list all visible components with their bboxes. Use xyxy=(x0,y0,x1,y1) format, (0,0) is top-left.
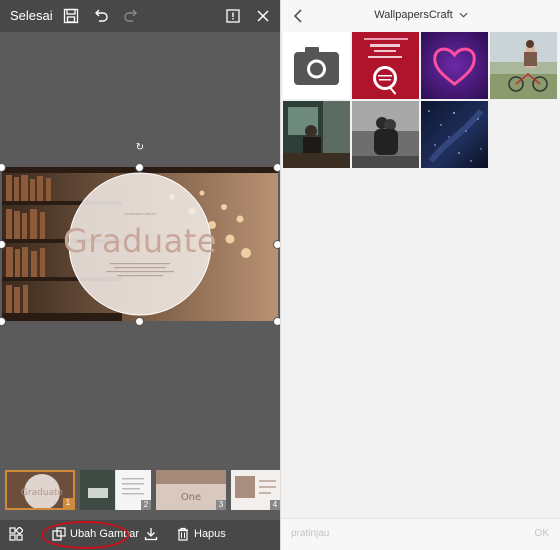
canvas-subtitle: Graduation Album xyxy=(123,211,157,216)
chevron-down-icon xyxy=(459,9,468,21)
page-number: 4 xyxy=(270,500,280,510)
resize-handle-bottom[interactable] xyxy=(135,317,144,326)
done-button[interactable]: Selesai xyxy=(10,8,53,23)
resize-handle-bottom-left[interactable] xyxy=(0,317,6,326)
highlight-ring xyxy=(41,521,129,549)
photo-thumbnail[interactable] xyxy=(490,32,557,99)
album-selector[interactable]: WallpapersCraft xyxy=(281,9,560,21)
undo-icon[interactable] xyxy=(92,7,110,25)
page-thumbnail[interactable]: 4 xyxy=(231,470,280,510)
page-number: 1 xyxy=(63,498,73,508)
ok-button[interactable]: OK xyxy=(535,528,549,539)
editor-toolbar: Selesai xyxy=(0,0,280,32)
preview-button[interactable]: pratinjau xyxy=(291,528,329,539)
delete-button[interactable]: Hapus xyxy=(176,527,226,541)
page-thumbnail-title: One xyxy=(181,492,201,503)
page-number: 3 xyxy=(216,500,226,510)
trash-icon xyxy=(178,527,188,541)
photo-thumbnail[interactable] xyxy=(421,32,488,99)
album-title: WallpapersCraft xyxy=(374,9,453,21)
canvas-graphic[interactable]: Graduation Album Graduate xyxy=(2,167,278,321)
delete-label: Hapus xyxy=(194,528,226,540)
redo-icon[interactable] xyxy=(122,7,140,25)
download-icon xyxy=(144,528,158,541)
grid-icon xyxy=(9,527,23,541)
page-thumbnail-title: Graduate xyxy=(21,488,64,498)
photo-thumbnail[interactable] xyxy=(352,101,419,168)
gallery-panel: WallpapersCraft pratinjau OK xyxy=(280,0,560,550)
page-thumbnail[interactable]: One 3 xyxy=(156,470,226,510)
rotate-handle-icon[interactable]: ↻ xyxy=(135,143,145,153)
info-icon[interactable] xyxy=(224,7,242,25)
camera-icon xyxy=(294,47,339,85)
page-thumbnail[interactable]: Graduate 1 xyxy=(5,470,75,510)
resize-handle-top[interactable] xyxy=(135,163,144,172)
gallery-footer: pratinjau OK xyxy=(281,518,560,550)
canvas-title: Graduate xyxy=(63,222,217,260)
download-button[interactable] xyxy=(144,527,158,541)
close-icon[interactable] xyxy=(254,7,272,25)
grid-button[interactable] xyxy=(9,527,23,541)
gallery-header: WallpapersCraft xyxy=(281,0,560,32)
app-root: Selesai ↻ Graduation Album Graduate Grad… xyxy=(0,0,560,550)
page-thumbnail-strip: Graduate 1 2 One 3 4 xyxy=(0,462,280,520)
save-icon[interactable] xyxy=(62,7,80,25)
photo-thumbnail[interactable] xyxy=(283,101,350,168)
camera-tile[interactable] xyxy=(283,32,350,99)
photo-thumbnail[interactable] xyxy=(352,32,419,99)
page-number: 2 xyxy=(141,500,151,510)
editor-panel: Selesai ↻ Graduation Album Graduate Grad… xyxy=(0,0,282,550)
photo-thumbnail[interactable] xyxy=(421,101,488,168)
page-thumbnail[interactable]: 2 xyxy=(80,470,151,510)
